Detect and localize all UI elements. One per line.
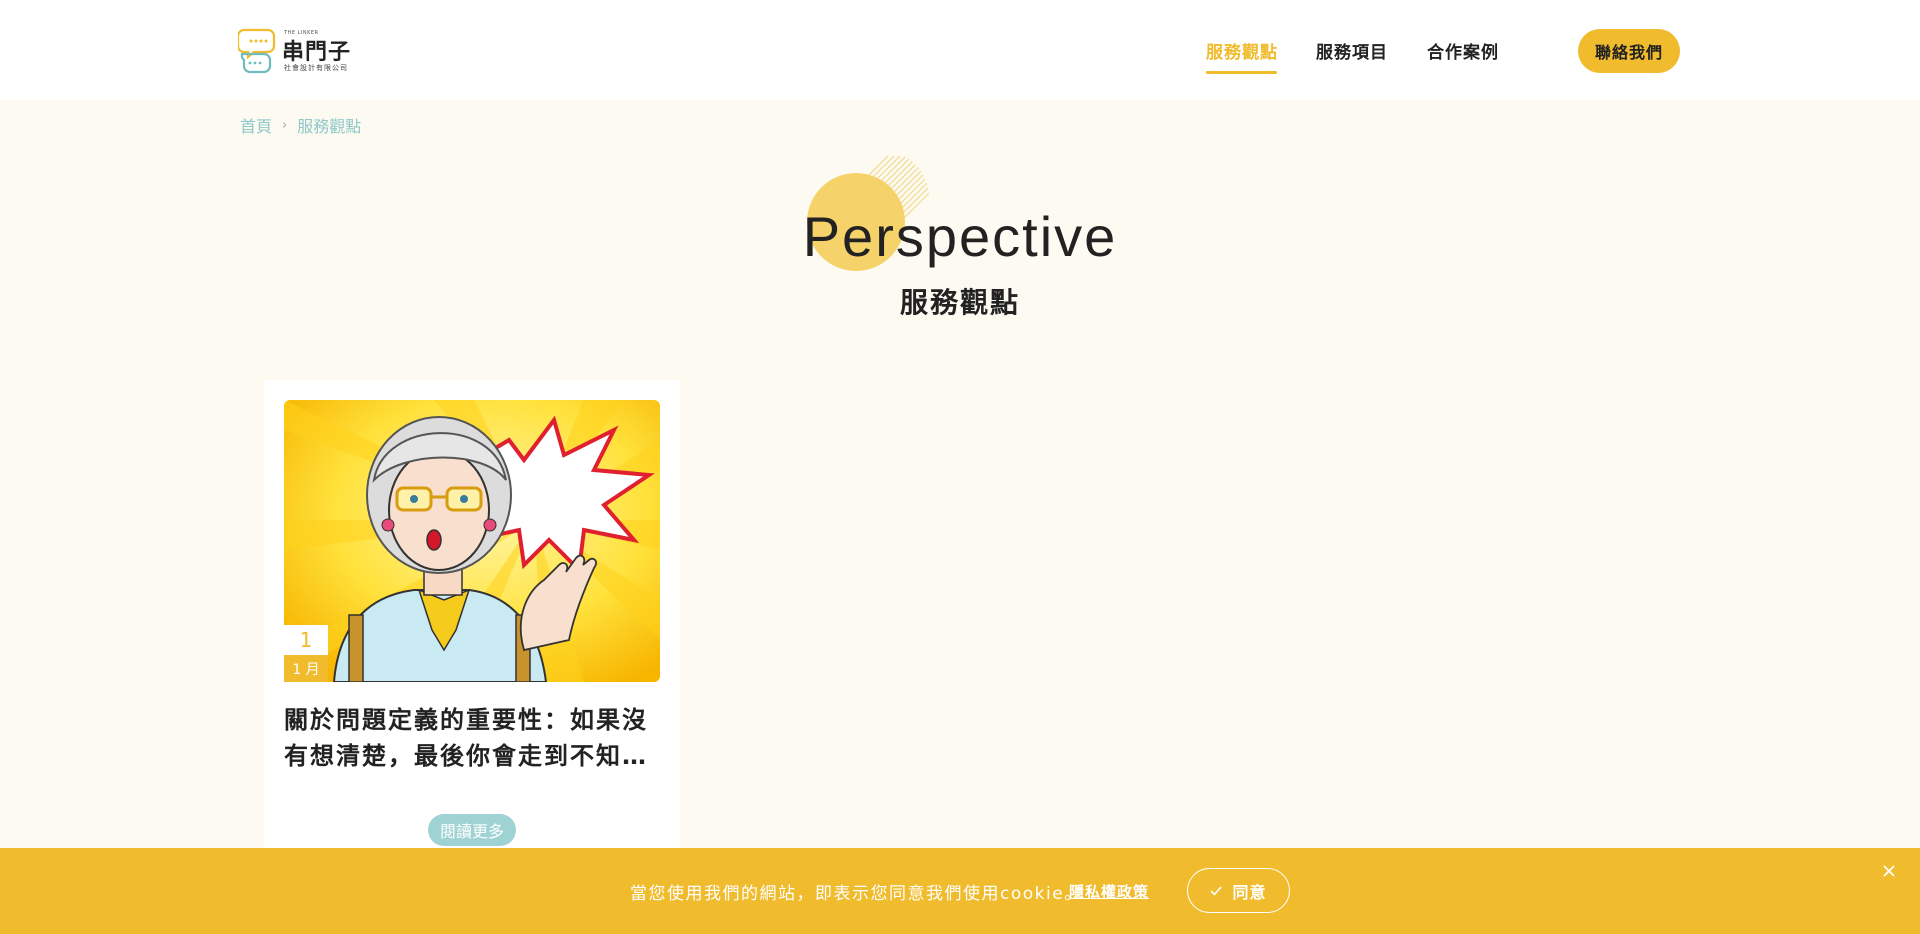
logo-company-name: 社會設計有限公司: [284, 64, 348, 72]
site-header: THE LINKER 串門子 社會設計有限公司 服務觀點 服務項目 合作案例 聯…: [0, 0, 1920, 100]
close-icon[interactable]: [1880, 862, 1898, 880]
article-title-line2: 有想清楚，最後你會走到不知…: [284, 742, 648, 770]
cookie-agree-label: 同意: [1232, 882, 1267, 902]
site-logo[interactable]: THE LINKER 串門子 社會設計有限公司: [238, 26, 362, 76]
date-month: 1 月: [284, 655, 328, 682]
surprised-woman-illustration: [284, 400, 660, 682]
nav-active-underline: [1206, 71, 1277, 74]
checkmark-icon: [1210, 885, 1223, 896]
logo-wordmark: 串門子: [282, 40, 352, 65]
speech-bubble-logo-icon: [238, 28, 276, 74]
chevron-right-icon: ›: [282, 117, 288, 133]
article-title-line1: 關於問題定義的重要性：如果沒: [284, 706, 648, 734]
date-badge: 1 1 月: [284, 625, 328, 682]
read-more-button[interactable]: 閱讀更多: [428, 814, 516, 846]
article-title[interactable]: 關於問題定義的重要性：如果沒 有想清楚，最後你會走到不知…: [284, 702, 664, 774]
contact-button[interactable]: 聯絡我們: [1578, 29, 1680, 73]
page-title-zh: 服務觀點: [899, 286, 1020, 319]
breadcrumb-home[interactable]: 首頁: [240, 113, 272, 137]
nav-perspective[interactable]: 服務觀點: [1206, 38, 1278, 63]
nav-services[interactable]: 服務項目: [1316, 38, 1388, 63]
privacy-policy-link[interactable]: 隱私權政策: [1069, 881, 1149, 902]
breadcrumb: 首頁 › 服務觀點: [240, 113, 361, 137]
nav-cases[interactable]: 合作案例: [1427, 38, 1499, 63]
page-title-en: Perspective: [802, 205, 1118, 268]
date-day: 1: [284, 625, 328, 655]
cookie-message: 當您使用我們的網站，即表示您同意我們使用cookie。: [630, 884, 1083, 904]
article-card[interactable]: 1 1 月 關於問題定義的重要性：如果沒 有想清楚，最後你會走到不知… 閱讀更多: [264, 380, 680, 850]
cookie-agree-button[interactable]: 同意: [1187, 868, 1290, 913]
cookie-consent-bar: 當您使用我們的網站，即表示您同意我們使用cookie。 隱私權政策 同意: [0, 848, 1920, 934]
article-thumbnail[interactable]: [284, 400, 660, 682]
breadcrumb-current[interactable]: 服務觀點: [297, 113, 361, 137]
